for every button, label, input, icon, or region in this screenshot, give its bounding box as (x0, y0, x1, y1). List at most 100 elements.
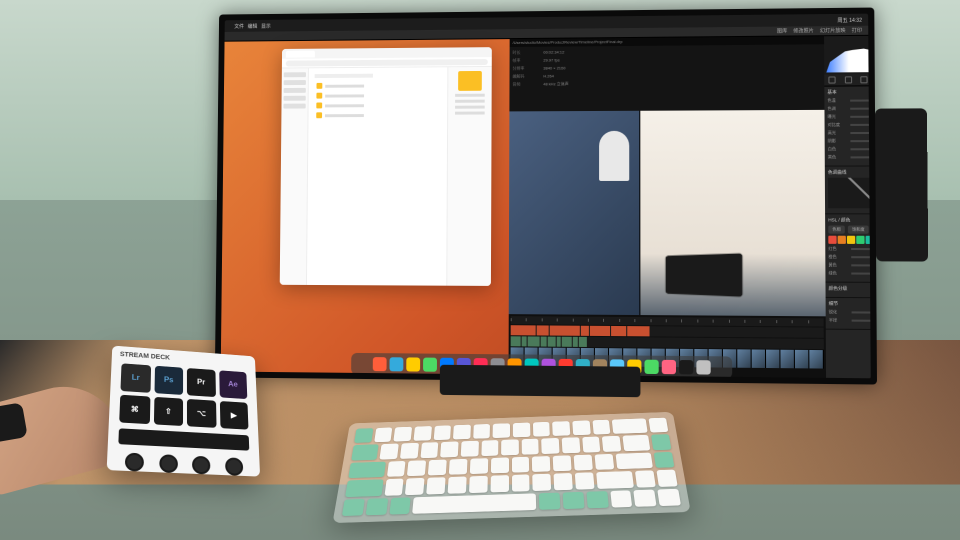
streamdeck-dial[interactable] (125, 453, 144, 472)
keyboard-key[interactable] (342, 499, 365, 516)
keyboard-key[interactable] (420, 442, 438, 458)
slider-白色[interactable]: 白色0 (828, 146, 871, 152)
keyboard-key[interactable] (351, 445, 379, 461)
streamdeck-key[interactable]: Lr (120, 363, 150, 392)
timeline-clip[interactable] (573, 337, 578, 347)
filmstrip-thumb[interactable] (780, 350, 795, 369)
breadcrumb[interactable] (315, 74, 373, 78)
keyboard-key[interactable] (532, 456, 550, 472)
streamdeck-dial[interactable] (159, 454, 178, 473)
keyboard-key[interactable] (448, 477, 467, 494)
program-monitor[interactable] (640, 110, 826, 316)
keyboard-key[interactable] (449, 459, 468, 475)
filmstrip-thumb[interactable] (809, 350, 824, 369)
slider-橙色[interactable]: 橙色0 (828, 254, 870, 260)
keyboard-key[interactable] (563, 492, 585, 510)
keyboard-key[interactable] (400, 443, 419, 459)
keyboard-key[interactable] (521, 439, 539, 455)
color-swatch[interactable] (866, 236, 871, 244)
keyboard-key[interactable] (380, 444, 399, 460)
timeline-clip[interactable] (627, 326, 649, 336)
keyboard-key[interactable] (365, 498, 388, 515)
keyboard-key[interactable] (533, 422, 551, 437)
streamdeck-key[interactable]: ⌘ (119, 394, 150, 424)
keyboard-key[interactable] (433, 425, 451, 440)
nav-shared[interactable] (284, 80, 306, 85)
nav-starred[interactable] (283, 96, 305, 101)
color-swatch[interactable] (856, 236, 864, 244)
slider-色温[interactable]: 色温0 (827, 97, 870, 103)
keyboard-key[interactable] (493, 423, 510, 438)
keyboard-key[interactable] (461, 441, 479, 457)
menu-edit[interactable]: 编辑 (248, 22, 258, 29)
dock-app-icon[interactable] (423, 358, 437, 372)
keyboard-key[interactable] (512, 475, 530, 492)
keyboard-key[interactable] (592, 420, 611, 435)
dock-app-icon[interactable] (696, 360, 710, 374)
timeline-clip[interactable] (522, 336, 527, 346)
grading-header[interactable]: 颜色分级 (829, 286, 871, 293)
keyboard-key[interactable] (635, 470, 656, 487)
keyboard-key[interactable] (586, 491, 608, 509)
filmstrip-thumb[interactable] (766, 350, 780, 369)
keyboard-key[interactable] (657, 470, 678, 487)
topbar-library[interactable]: 图库 (777, 28, 787, 35)
mechanical-keyboard[interactable] (332, 412, 690, 523)
keyboard-key[interactable] (511, 457, 529, 473)
tone-curve[interactable] (828, 178, 871, 209)
topbar-develop[interactable]: 修改照片 (793, 27, 814, 34)
keyboard-key[interactable] (469, 476, 488, 493)
timeline-clip[interactable] (511, 336, 521, 346)
keyboard-key[interactable] (426, 477, 445, 494)
keyboard-key[interactable] (384, 479, 404, 496)
dock-app-icon[interactable] (389, 357, 403, 371)
color-swatch[interactable] (847, 236, 855, 244)
browser-tab[interactable] (286, 50, 315, 57)
slider-色调[interactable]: 色调0 (828, 105, 871, 111)
slider-锐化[interactable]: 锐化40 (829, 309, 871, 316)
dock-app-icon[interactable] (661, 360, 675, 374)
nav-recent[interactable] (284, 88, 306, 93)
dock-app-icon[interactable] (406, 357, 420, 371)
keyboard-key[interactable] (634, 489, 657, 507)
timeline-clip[interactable] (511, 325, 536, 335)
keyboard-key[interactable] (562, 438, 580, 454)
keyboard-key[interactable] (374, 427, 393, 442)
nav-my-drive[interactable] (284, 72, 306, 77)
keyboard-key[interactable] (387, 461, 406, 477)
keyboard-key[interactable] (453, 425, 471, 440)
timeline-clip[interactable] (548, 337, 556, 347)
menubar-clock[interactable]: 周五 14:32 (837, 16, 862, 23)
dock-app-icon[interactable] (372, 357, 386, 371)
streamdeck-key[interactable]: ⇧ (153, 396, 183, 426)
keyboard-key[interactable] (594, 454, 614, 470)
topbar-print[interactable]: 打印 (852, 27, 862, 34)
keyboard-key[interactable] (649, 418, 669, 433)
streamdeck-key[interactable]: Pr (187, 368, 216, 397)
dock-app-icon[interactable] (644, 360, 658, 374)
keyboard-key[interactable] (345, 479, 383, 496)
keyboard-key[interactable] (657, 488, 681, 506)
keyboard-key[interactable] (574, 454, 593, 470)
keyboard-key[interactable] (572, 420, 590, 435)
slider-高光[interactable]: 高光0 (828, 130, 871, 136)
streamdeck-key[interactable]: ▶ (219, 401, 248, 430)
streamdeck-dial[interactable] (225, 457, 243, 476)
keyboard-key[interactable] (470, 458, 488, 474)
slider-半径[interactable]: 半径1.0 (829, 317, 871, 324)
sat-button[interactable]: 饱和度 (848, 226, 869, 234)
timeline-clip[interactable] (611, 326, 626, 336)
keyboard-key[interactable] (602, 436, 621, 452)
keyboard-key[interactable] (553, 455, 572, 471)
nav-trash[interactable] (283, 104, 305, 109)
streamdeck-key[interactable]: Ae (219, 370, 248, 398)
streamdeck-lcd[interactable] (118, 428, 249, 450)
keyboard-key[interactable] (596, 471, 634, 488)
slider-红色[interactable]: 红色0 (828, 246, 870, 252)
hsl-header[interactable]: HSL / 颜色 (828, 217, 871, 223)
detail-header[interactable]: 细节 (829, 301, 871, 308)
keyboard-key[interactable] (582, 437, 601, 453)
keyboard-key[interactable] (622, 435, 650, 451)
keyboard-key[interactable] (405, 478, 425, 495)
stream-deck[interactable]: STREAM DECK LrPsPrAe⌘⇧⌥▶ (107, 346, 260, 477)
